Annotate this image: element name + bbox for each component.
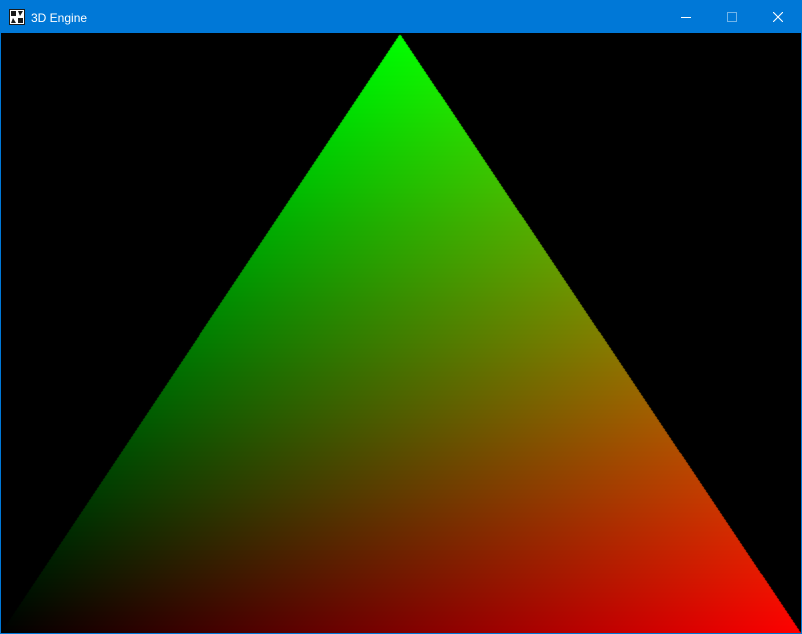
maximize-button[interactable] bbox=[709, 1, 755, 33]
app-icon[interactable] bbox=[9, 9, 25, 25]
render-viewport[interactable] bbox=[1, 33, 801, 633]
rendered-triangle bbox=[1, 33, 801, 633]
app-window: 3D Engine bbox=[0, 0, 802, 634]
close-icon bbox=[773, 12, 783, 22]
title-bar[interactable]: 3D Engine bbox=[1, 1, 801, 33]
minimize-button[interactable] bbox=[663, 1, 709, 33]
maximize-icon bbox=[727, 12, 737, 22]
close-button[interactable] bbox=[755, 1, 801, 33]
minimize-icon bbox=[681, 17, 691, 18]
window-title: 3D Engine bbox=[31, 11, 88, 25]
